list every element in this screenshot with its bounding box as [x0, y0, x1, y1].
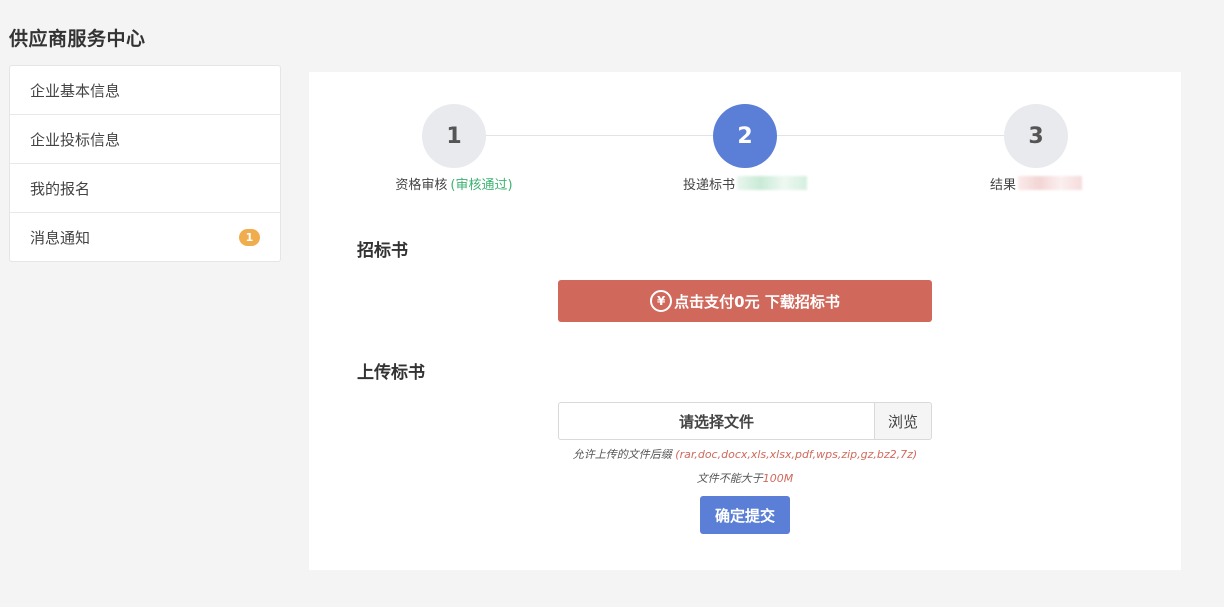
allowed-types-prefix: 允许上传的文件后缀: [572, 448, 672, 461]
step-label: 结果: [989, 177, 1016, 193]
page-title: 供应商服务中心: [9, 28, 146, 50]
sidebar-item-notifications[interactable]: 消息通知 1: [10, 213, 280, 261]
step-number: 3: [1004, 104, 1068, 168]
browse-button[interactable]: 浏览: [874, 402, 932, 440]
step-number: 2: [713, 104, 777, 168]
step-result: 3 结果: [906, 104, 1166, 193]
file-select-input[interactable]: 请选择文件: [558, 402, 874, 440]
redacted-text: [1018, 176, 1082, 190]
size-limit-value: 100M: [762, 472, 794, 485]
download-button-label: 点击支付0元 下载招标书: [674, 292, 840, 311]
step-label: 投递标书: [682, 177, 735, 193]
step-number: 1: [422, 104, 486, 168]
main-panel: 1 资格审核 (审核通过) 2 投递标书 3 结果 招标书 ¥ 点击支付0元 下…: [309, 72, 1181, 570]
redacted-text: [737, 176, 807, 190]
tender-section-title: 招标书: [357, 241, 408, 261]
sidebar-menu: 企业基本信息 企业投标信息 我的报名 消息通知 1: [9, 65, 281, 262]
size-limit-hint: 文件不能大于100M: [309, 470, 1181, 486]
yen-icon: ¥: [650, 290, 673, 312]
allowed-types-list: (rar,doc,docx,xls,xlsx,pdf,wps,zip,gz,bz…: [675, 448, 918, 461]
submit-button[interactable]: 确定提交: [700, 496, 790, 534]
sidebar-item-bid-info[interactable]: 企业投标信息: [10, 115, 280, 164]
step-qualification: 1 资格审核 (审核通过): [324, 104, 584, 193]
notification-badge: 1: [239, 228, 260, 246]
sidebar-item-company-info[interactable]: 企业基本信息: [10, 66, 280, 115]
upload-section-title: 上传标书: [357, 363, 425, 383]
size-limit-prefix: 文件不能大于: [696, 472, 763, 485]
step-label: 资格审核: [395, 177, 448, 193]
step-submit-bid: 2 投递标书: [615, 104, 875, 193]
sidebar-item-label: 我的报名: [30, 179, 91, 198]
allowed-types-hint: 允许上传的文件后缀 (rar,doc,docx,xls,xlsx,pdf,wps…: [309, 446, 1181, 462]
step-status: (审核通过): [450, 177, 513, 193]
sidebar-item-my-registration[interactable]: 我的报名: [10, 164, 280, 213]
sidebar-item-label: 消息通知: [30, 228, 91, 247]
sidebar-item-label: 企业基本信息: [30, 81, 121, 100]
file-upload-group: 请选择文件 浏览: [558, 402, 932, 440]
download-tender-button[interactable]: ¥ 点击支付0元 下载招标书: [558, 280, 932, 322]
sidebar-item-label: 企业投标信息: [30, 130, 121, 149]
